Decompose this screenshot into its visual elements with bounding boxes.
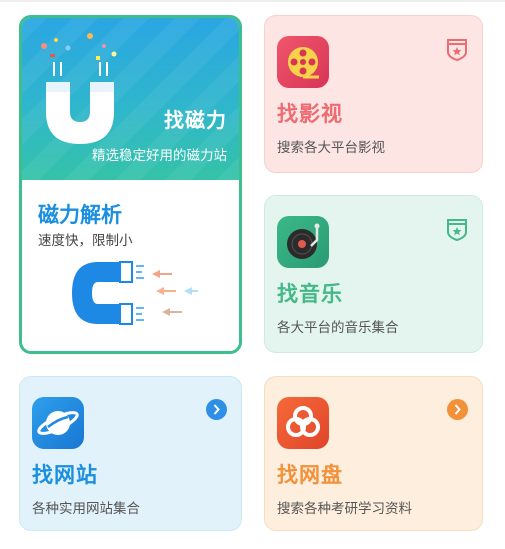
music-card[interactable]: 找音乐 各大平台的音乐集合	[264, 195, 483, 353]
magnet-card[interactable]: 找磁力 精选稳定好用的磁力站 磁力解析 速度快，限制小	[19, 15, 242, 354]
planet-icon	[32, 397, 84, 449]
website-title: 找网站	[32, 463, 98, 487]
magnet-icon	[41, 33, 117, 144]
music-subtitle: 各大平台的音乐集合	[277, 320, 399, 336]
cloud-disk-title: 找网盘	[277, 463, 343, 487]
top-divider	[0, 0, 505, 2]
movie-subtitle: 搜索各大平台影视	[277, 140, 385, 156]
cloud-disk-subtitle: 搜索各种考研学习资料	[277, 501, 412, 517]
chevron-right-icon[interactable]	[447, 399, 468, 420]
magnet-subtitle: 精选稳定好用的磁力站	[92, 148, 227, 164]
magnet-title: 找磁力	[164, 108, 227, 132]
record-player-icon	[277, 216, 329, 268]
cloud-disk-icon	[277, 397, 329, 449]
shield-badge-icon	[447, 219, 467, 242]
magnet-parse-illustration	[72, 261, 198, 325]
movie-title: 找影视	[277, 102, 343, 126]
movie-card[interactable]: 找影视 搜索各大平台影视	[264, 15, 483, 173]
film-reel-icon	[277, 36, 329, 88]
music-title: 找音乐	[277, 282, 343, 306]
magnet-header[interactable]: 找磁力 精选稳定好用的磁力站	[22, 18, 239, 180]
magnet-parse-title: 磁力解析	[38, 203, 122, 227]
magnet-parse-subtitle: 速度快，限制小	[38, 233, 133, 249]
cloud-disk-card[interactable]: 找网盘 搜索各种考研学习资料	[264, 376, 483, 531]
chevron-right-icon[interactable]	[206, 399, 227, 420]
website-card[interactable]: 找网站 各种实用网站集合	[19, 376, 242, 531]
shield-badge-icon	[447, 39, 467, 62]
website-subtitle: 各种实用网站集合	[32, 501, 140, 517]
